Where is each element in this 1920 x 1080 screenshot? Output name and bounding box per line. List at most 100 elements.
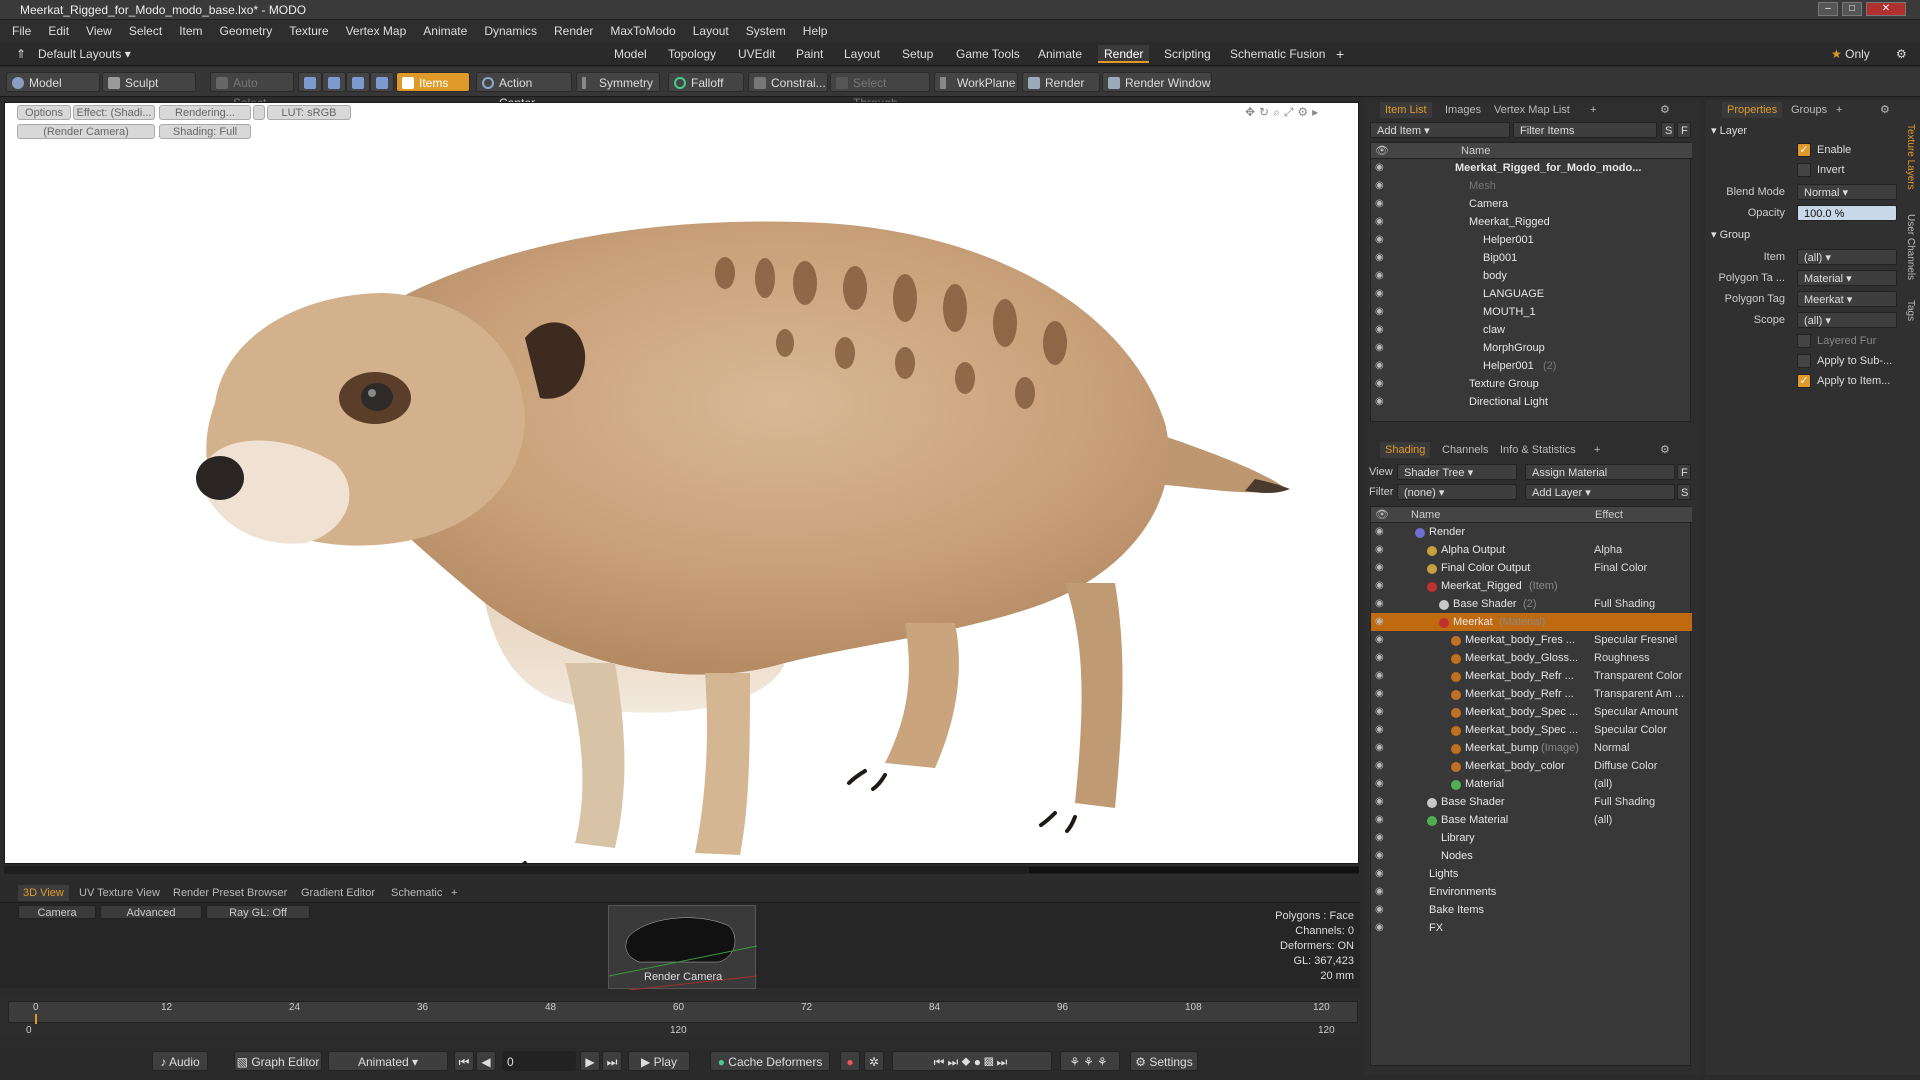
item-list-row[interactable]: ◉ MOUTH_1 [1371, 303, 1696, 321]
menu-animate[interactable]: Animate [423, 24, 467, 38]
visibility-eye-icon[interactable]: ◉ [1375, 379, 1387, 389]
shader-visibility-eye-icon[interactable]: ◉ [1375, 653, 1387, 663]
item-list-tree[interactable]: 👁 Name ◉ Meerkat_Rigged_for_Modo_modo... ◉… [1370, 142, 1692, 422]
tab-channels[interactable]: Channels [1437, 442, 1493, 458]
shader-tree-row[interactable]: ◉ Meerkat_body_Refr ... Transparent Am ... [1371, 685, 1692, 703]
shader-row-effect[interactable]: Full Shading [1594, 595, 1694, 613]
shader-row-effect[interactable]: Specular Amount [1594, 703, 1694, 721]
shader-visibility-eye-icon[interactable]: ◉ [1375, 635, 1387, 645]
sculpt-mode-button[interactable]: Sculpt [102, 72, 196, 92]
shader-tree-row[interactable]: ◉ Base Material (all) [1371, 811, 1692, 829]
shader-row-effect[interactable] [1594, 523, 1694, 541]
shader-tree-row[interactable]: ◉ Material (all) [1371, 775, 1692, 793]
invert-checkbox[interactable] [1797, 163, 1811, 177]
select-through-button[interactable]: Select Through [830, 72, 930, 110]
shader-row-effect[interactable] [1594, 847, 1694, 865]
add-item-dropdown[interactable]: Add Item ▾ [1370, 122, 1510, 138]
item-list-row[interactable]: ◉ LANGUAGE [1371, 285, 1696, 303]
play-button[interactable]: ▶ Play [628, 1051, 690, 1071]
tab-layout[interactable]: Layout [838, 45, 886, 63]
shader-visibility-eye-icon[interactable]: ◉ [1375, 599, 1387, 609]
enable-checkbox[interactable]: ✓ [1797, 143, 1811, 157]
shader-visibility-eye-icon[interactable]: ◉ [1375, 563, 1387, 573]
visibility-eye-icon[interactable]: ◉ [1375, 397, 1387, 407]
render-window-button[interactable]: Render Window [1102, 72, 1212, 92]
menu-system[interactable]: System [746, 24, 786, 38]
tab-images[interactable]: Images [1440, 102, 1486, 118]
shader-visibility-eye-icon[interactable]: ◉ [1375, 815, 1387, 825]
shader-row-effect[interactable] [1594, 883, 1694, 901]
shader-visibility-eye-icon[interactable]: ◉ [1375, 581, 1387, 591]
tab-game-tools[interactable]: Game Tools [950, 45, 1026, 63]
shader-row-effect[interactable] [1594, 901, 1694, 919]
settings-button[interactable]: ⚙ Settings [1130, 1051, 1198, 1071]
materials-mode-button[interactable] [370, 72, 394, 92]
tab-3d-view[interactable]: 3D View [18, 885, 69, 901]
layered-fur-checkbox[interactable] [1797, 334, 1811, 348]
shader-tree-row[interactable]: ◉ Final Color Output Final Color [1371, 559, 1692, 577]
shader-visibility-eye-icon[interactable]: ◉ [1375, 923, 1387, 933]
visibility-eye-icon[interactable]: ◉ [1375, 163, 1387, 173]
render-viewport[interactable]: Options Effect: (Shadi... Rendering... L… [4, 102, 1359, 864]
visibility-eye-icon[interactable]: ◉ [1375, 181, 1387, 191]
tab-properties[interactable]: Properties [1722, 102, 1783, 118]
shader-tree[interactable]: 👁 Name Effect ◉ Render ◉ Alpha Output Alpha ◉… [1370, 506, 1694, 1066]
tab-item-list[interactable]: Item List [1380, 102, 1432, 118]
shader-tree-row[interactable]: ◉ Meerkat_Rigged (Item) [1371, 577, 1692, 595]
section-layer[interactable]: ▾ Layer [1711, 124, 1747, 137]
shader-row-effect[interactable]: (all) [1594, 811, 1694, 829]
shader-row-effect[interactable]: (all) [1594, 775, 1694, 793]
shader-tree-row[interactable]: ◉ Nodes [1371, 847, 1692, 865]
shader-tree-row[interactable]: ◉ Render [1371, 523, 1692, 541]
menu-geometry[interactable]: Geometry [220, 24, 273, 38]
tab-scripting[interactable]: Scripting [1158, 45, 1217, 63]
menu-vertex-map[interactable]: Vertex Map [346, 24, 407, 38]
shader-visibility-eye-icon[interactable]: ◉ [1375, 617, 1387, 627]
tab-animate[interactable]: Animate [1032, 45, 1088, 63]
shader-row-effect[interactable] [1594, 865, 1694, 883]
visibility-eye-icon[interactable]: ◉ [1375, 199, 1387, 209]
add-bottom-tab-icon[interactable]: + [446, 885, 462, 901]
menu-file[interactable]: File [12, 24, 31, 38]
viewport-scroll-thumb[interactable] [1029, 867, 1359, 873]
symmetry-button[interactable]: Symmetry [576, 72, 660, 92]
audio-button[interactable]: ♪ Audio [152, 1051, 208, 1071]
render-button[interactable]: Render [1022, 72, 1100, 92]
item-list-row[interactable]: ◉ MorphGroup [1371, 339, 1696, 357]
item-list-row[interactable]: ◉ Bip001 [1371, 249, 1696, 267]
menu-maxtomodo[interactable]: MaxToModo [610, 24, 675, 38]
shader-tree-row[interactable]: ◉ Base Shader Full Shading [1371, 793, 1692, 811]
menu-dynamics[interactable]: Dynamics [484, 24, 537, 38]
visibility-eye-icon[interactable]: ◉ [1375, 289, 1387, 299]
advanced-button[interactable]: Advanced [100, 905, 202, 919]
visibility-eye-icon[interactable]: ◉ [1375, 361, 1387, 371]
shader-visibility-eye-icon[interactable]: ◉ [1375, 779, 1387, 789]
shader-visibility-eye-icon[interactable]: ◉ [1375, 707, 1387, 717]
shader-row-effect[interactable]: Transparent Color [1594, 667, 1694, 685]
maximize-button[interactable]: □ [1842, 2, 1862, 16]
side-tab-texture-layers[interactable]: Texture Layers [1898, 124, 1916, 204]
next-key-button[interactable]: ▶ [580, 1051, 600, 1071]
add-shading-tab-icon[interactable]: + [1589, 442, 1605, 458]
camera-button[interactable]: Camera [18, 905, 96, 919]
shader-row-effect[interactable]: Specular Fresnel [1594, 631, 1694, 649]
shader-visibility-eye-icon[interactable]: ◉ [1375, 851, 1387, 861]
layout-menu-icon[interactable]: ⇑ [10, 45, 32, 63]
shader-tree-row[interactable]: ◉ Alpha Output Alpha [1371, 541, 1692, 559]
shader-tree-row[interactable]: ◉ FX [1371, 919, 1692, 937]
item-list-row[interactable]: ◉ Meerkat_Rigged_for_Modo_modo... [1371, 159, 1696, 177]
filter-dropdown[interactable]: (none) ▾ [1397, 484, 1517, 500]
item-list-row[interactable]: ◉ Mesh [1371, 177, 1696, 195]
auto-select-button[interactable]: Auto Select [210, 72, 294, 110]
workplane-button[interactable]: WorkPlane [934, 72, 1018, 92]
shader-row-effect[interactable]: Final Color [1594, 559, 1694, 577]
opacity-field[interactable]: 100.0 % [1797, 205, 1897, 221]
shader-visibility-eye-icon[interactable]: ◉ [1375, 689, 1387, 699]
item-list-row[interactable]: ◉ body [1371, 267, 1696, 285]
shader-row-effect[interactable]: Normal [1594, 739, 1694, 757]
shader-tree-row[interactable]: ◉ Meerkat (Material) [1371, 613, 1692, 631]
shader-tree-row[interactable]: ◉ Meerkat_body_color Diffuse Color [1371, 757, 1692, 775]
shader-visibility-eye-icon[interactable]: ◉ [1375, 743, 1387, 753]
filter-items-field[interactable]: Filter Items [1513, 122, 1657, 138]
tab-paint[interactable]: Paint [790, 45, 829, 63]
